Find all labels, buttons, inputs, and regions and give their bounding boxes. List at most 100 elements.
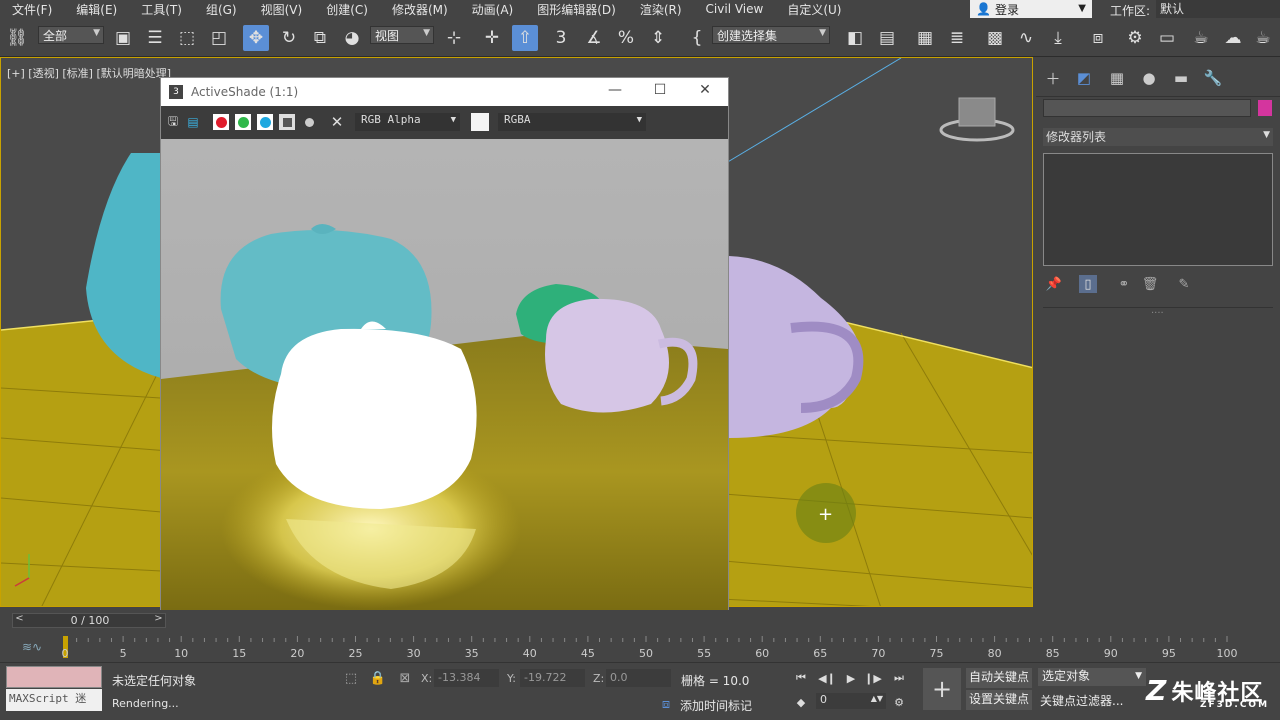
time-configuration-icon[interactable]: ⚙ <box>890 693 908 711</box>
next-arrow-icon[interactable]: > <box>152 613 165 628</box>
add-time-tag[interactable]: 添加时间标记 <box>680 697 752 714</box>
clear-icon[interactable]: ✕ <box>329 113 345 131</box>
menu-views[interactable]: 视图(V) <box>249 1 315 18</box>
remove-modifier-icon[interactable]: 🗑 <box>1141 275 1159 293</box>
channel-dropdown[interactable]: RGB Alpha ▼ <box>355 113 460 131</box>
isolate-selection-icon[interactable]: ⬚ <box>342 669 360 687</box>
spinner-snap-icon[interactable]: ⇕ <box>645 25 671 51</box>
mini-curve-editor-icon[interactable]: ≋∿ <box>22 640 42 654</box>
move-icon[interactable]: ✥ <box>243 25 269 51</box>
red-channel-icon[interactable] <box>213 114 229 130</box>
select-by-name-icon[interactable]: ☰ <box>142 25 168 51</box>
menu-tools[interactable]: 工具(T) <box>129 1 194 18</box>
monochrome-icon[interactable] <box>301 114 317 130</box>
menu-customize[interactable]: 自定义(U) <box>775 1 853 18</box>
key-mode-dropdown[interactable]: 选定对象 ▼ <box>1038 668 1146 686</box>
menu-rendering[interactable]: 渲染(R) <box>628 1 694 18</box>
make-unique-icon[interactable]: ⚭ <box>1115 275 1133 293</box>
clone-window-icon[interactable]: ▤ <box>185 114 201 130</box>
link-icon[interactable]: ⛓ <box>4 25 30 51</box>
activeshade-window[interactable]: 3 ActiveShade (1:1) — ☐ ✕ 🖫 ▤ ✕ RGB Alph… <box>160 77 729 610</box>
render-iterative-icon[interactable]: ☁ <box>1220 25 1246 51</box>
play-icon[interactable]: ▶ <box>842 669 860 687</box>
maximize-icon[interactable]: ☐ <box>651 82 669 98</box>
time-slider[interactable]: < 0 / 100 > <box>12 613 166 628</box>
ribbon-icon[interactable]: ▩ <box>982 25 1008 51</box>
next-frame-icon[interactable]: ❙▶ <box>864 669 882 687</box>
z-coordinate-field[interactable]: 0.0 <box>606 669 671 687</box>
selection-filter-dropdown[interactable]: 全部 ▼ <box>38 26 104 44</box>
render-production-icon[interactable]: ☕ <box>1188 25 1214 51</box>
show-end-result-icon[interactable]: ▯ <box>1079 275 1097 293</box>
key-filters-button[interactable]: 关键点过滤器... <box>1040 692 1123 709</box>
modifier-stack[interactable] <box>1043 153 1273 266</box>
display-channel-dropdown[interactable]: RGBA ▼ <box>498 113 646 131</box>
edit-named-selection-icon[interactable]: { <box>684 25 710 51</box>
key-mode-icon[interactable]: ◆ <box>792 693 810 711</box>
keyboard-shortcut-icon[interactable]: ⇧ <box>512 25 538 51</box>
menu-animation[interactable]: 动画(A) <box>460 1 526 18</box>
reference-coord-dropdown[interactable]: 视图 ▼ <box>370 26 434 44</box>
set-key-icon[interactable]: + <box>923 668 961 710</box>
minimize-icon[interactable]: — <box>606 82 624 98</box>
login-dropdown[interactable]: 👤 登录 ▼ <box>970 0 1092 18</box>
blue-channel-icon[interactable] <box>257 114 273 130</box>
motion-tab-icon[interactable]: ● <box>1138 67 1160 89</box>
previous-frame-icon[interactable]: ◀❙ <box>818 669 836 687</box>
material-editor-icon[interactable]: ⧈ <box>1085 25 1111 51</box>
display-tab-icon[interactable]: ▬ <box>1170 67 1192 89</box>
absolute-mode-icon[interactable]: ⊠ <box>396 669 414 687</box>
y-coordinate-field[interactable]: -19.722 <box>520 669 585 687</box>
close-icon[interactable]: ✕ <box>696 82 714 98</box>
hierarchy-tab-icon[interactable]: ▦ <box>1106 67 1128 89</box>
window-crossing-icon[interactable]: ◰ <box>206 25 232 51</box>
curve-editor-icon[interactable]: ∿ <box>1013 25 1039 51</box>
menu-modifiers[interactable]: 修改器(M) <box>380 1 460 18</box>
align-icon[interactable]: ▤ <box>874 25 900 51</box>
current-frame-field[interactable]: 0 ▲▼ <box>816 693 886 709</box>
schematic-view-icon[interactable]: ⤓ <box>1045 25 1071 51</box>
select-manipulate-icon[interactable]: ✛ <box>479 25 505 51</box>
maxscript-mini-listener[interactable]: MAXScript 迷 <box>6 689 102 711</box>
color-swatch[interactable] <box>471 113 489 131</box>
create-tab-icon[interactable]: ＋ <box>1042 67 1064 89</box>
lock-icon[interactable]: 🔒 <box>369 669 387 687</box>
rendered-frame-icon[interactable]: ▭ <box>1154 25 1180 51</box>
pivot-icon[interactable]: ⊹ <box>441 25 467 51</box>
mirror-icon[interactable]: ◧ <box>842 25 868 51</box>
save-image-icon[interactable]: 🖫 <box>165 114 181 130</box>
menu-graph-editors[interactable]: 图形编辑器(D) <box>525 1 628 18</box>
menu-group[interactable]: 组(G) <box>194 1 249 18</box>
scale-icon[interactable]: ⧉ <box>307 25 333 51</box>
scene-explorer-icon[interactable]: ▦ <box>912 25 938 51</box>
utilities-tab-icon[interactable]: 🔧 <box>1202 67 1224 89</box>
render-setup-icon[interactable]: ⚙ <box>1122 25 1148 51</box>
maxscript-listener[interactable] <box>6 666 102 688</box>
object-color-swatch[interactable] <box>1258 100 1272 116</box>
snap-toggle-icon[interactable]: 3 <box>548 25 574 51</box>
select-object-icon[interactable]: ▣ <box>110 25 136 51</box>
menu-create[interactable]: 创建(C) <box>314 1 380 18</box>
configure-modifier-sets-icon[interactable]: ✎ <box>1175 275 1193 293</box>
modify-tab-icon[interactable]: ◩ <box>1073 67 1095 89</box>
x-coordinate-field[interactable]: -13.384 <box>434 669 499 687</box>
menu-civil-view[interactable]: Civil View <box>694 2 776 16</box>
render-activeshade-icon[interactable]: ☕ <box>1250 25 1276 51</box>
time-tag-icon[interactable]: ⧈ <box>657 695 675 713</box>
go-to-start-icon[interactable]: ⏮ <box>792 669 810 687</box>
pin-stack-icon[interactable]: 📌 <box>1045 275 1063 293</box>
alpha-channel-icon[interactable] <box>279 114 295 130</box>
modifier-list-dropdown[interactable]: 修改器列表 ▼ <box>1043 128 1273 146</box>
angle-snap-icon[interactable]: ∡ <box>581 25 607 51</box>
percent-snap-icon[interactable]: % <box>613 25 639 51</box>
object-name-field[interactable] <box>1043 99 1251 117</box>
layer-explorer-icon[interactable]: ≣ <box>944 25 970 51</box>
menu-file[interactable]: 文件(F) <box>0 1 64 18</box>
workspace-select[interactable]: 默认 <box>1156 0 1280 18</box>
activeshade-titlebar[interactable]: 3 ActiveShade (1:1) — ☐ ✕ <box>161 78 728 106</box>
go-to-end-icon[interactable]: ⏭ <box>890 669 908 687</box>
auto-key-button[interactable]: 自动关键点 <box>966 668 1032 688</box>
viewport-label[interactable]: [+] [透视] [标准] [默认明暗处理] <box>7 65 171 81</box>
place-icon[interactable]: ◕ <box>339 25 365 51</box>
green-channel-icon[interactable] <box>235 114 251 130</box>
